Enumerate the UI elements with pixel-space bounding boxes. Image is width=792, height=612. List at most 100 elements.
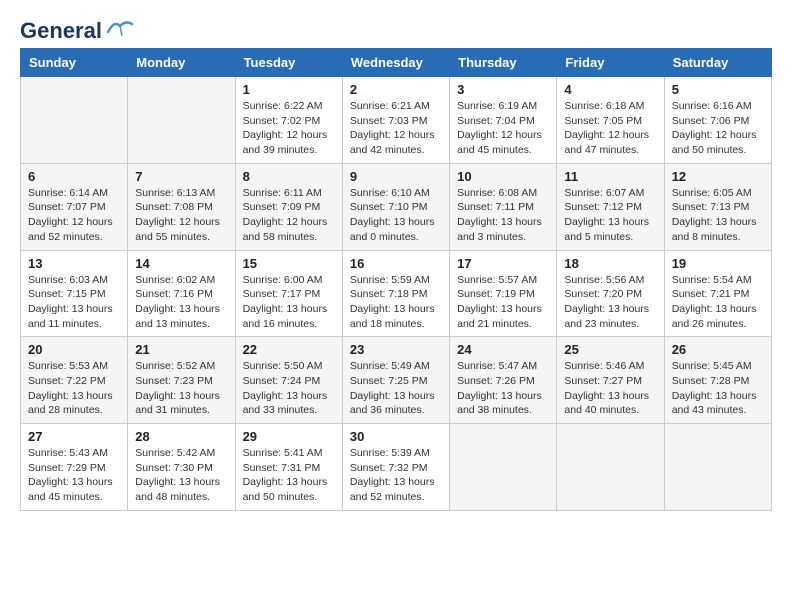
day-of-week-header: Monday (128, 49, 235, 77)
calendar-cell: 9 Sunrise: 6:10 AM Sunset: 7:10 PM Daylig… (342, 163, 449, 250)
calendar-cell: 29 Sunrise: 5:41 AM Sunset: 7:31 PM Dayli… (235, 424, 342, 511)
calendar-cell: 28 Sunrise: 5:42 AM Sunset: 7:30 PM Dayli… (128, 424, 235, 511)
calendar-cell: 16 Sunrise: 5:59 AM Sunset: 7:18 PM Dayli… (342, 250, 449, 337)
day-of-week-header: Sunday (21, 49, 128, 77)
day-number: 24 (457, 342, 549, 357)
day-number: 4 (564, 82, 656, 97)
calendar-week-row: 1 Sunrise: 6:22 AM Sunset: 7:02 PM Daylig… (21, 77, 772, 164)
day-info: Sunrise: 6:02 AM Sunset: 7:16 PM Dayligh… (135, 273, 227, 332)
day-of-week-header: Wednesday (342, 49, 449, 77)
day-of-week-header: Saturday (664, 49, 771, 77)
calendar-header-row: SundayMondayTuesdayWednesdayThursdayFrid… (21, 49, 772, 77)
day-info: Sunrise: 5:54 AM Sunset: 7:21 PM Dayligh… (672, 273, 764, 332)
day-info: Sunrise: 5:57 AM Sunset: 7:19 PM Dayligh… (457, 273, 549, 332)
day-number: 16 (350, 256, 442, 271)
day-info: Sunrise: 5:56 AM Sunset: 7:20 PM Dayligh… (564, 273, 656, 332)
calendar-cell: 27 Sunrise: 5:43 AM Sunset: 7:29 PM Dayli… (21, 424, 128, 511)
calendar-cell: 6 Sunrise: 6:14 AM Sunset: 7:07 PM Daylig… (21, 163, 128, 250)
day-info: Sunrise: 6:22 AM Sunset: 7:02 PM Dayligh… (243, 99, 335, 158)
day-number: 11 (564, 169, 656, 184)
day-info: Sunrise: 6:07 AM Sunset: 7:12 PM Dayligh… (564, 186, 656, 245)
day-number: 17 (457, 256, 549, 271)
day-info: Sunrise: 5:50 AM Sunset: 7:24 PM Dayligh… (243, 359, 335, 418)
calendar-cell: 2 Sunrise: 6:21 AM Sunset: 7:03 PM Daylig… (342, 77, 449, 164)
calendar-cell: 30 Sunrise: 5:39 AM Sunset: 7:32 PM Dayli… (342, 424, 449, 511)
calendar-week-row: 13 Sunrise: 6:03 AM Sunset: 7:15 PM Dayli… (21, 250, 772, 337)
day-info: Sunrise: 6:18 AM Sunset: 7:05 PM Dayligh… (564, 99, 656, 158)
day-number: 5 (672, 82, 764, 97)
day-number: 7 (135, 169, 227, 184)
calendar-cell: 11 Sunrise: 6:07 AM Sunset: 7:12 PM Dayli… (557, 163, 664, 250)
day-number: 27 (28, 429, 120, 444)
day-info: Sunrise: 6:08 AM Sunset: 7:11 PM Dayligh… (457, 186, 549, 245)
day-info: Sunrise: 6:03 AM Sunset: 7:15 PM Dayligh… (28, 273, 120, 332)
day-info: Sunrise: 5:43 AM Sunset: 7:29 PM Dayligh… (28, 446, 120, 505)
day-info: Sunrise: 5:52 AM Sunset: 7:23 PM Dayligh… (135, 359, 227, 418)
day-info: Sunrise: 6:21 AM Sunset: 7:03 PM Dayligh… (350, 99, 442, 158)
calendar-cell: 23 Sunrise: 5:49 AM Sunset: 7:25 PM Dayli… (342, 337, 449, 424)
day-number: 29 (243, 429, 335, 444)
day-number: 28 (135, 429, 227, 444)
day-number: 20 (28, 342, 120, 357)
calendar-cell: 22 Sunrise: 5:50 AM Sunset: 7:24 PM Dayli… (235, 337, 342, 424)
calendar-cell: 7 Sunrise: 6:13 AM Sunset: 7:08 PM Daylig… (128, 163, 235, 250)
day-number: 25 (564, 342, 656, 357)
day-info: Sunrise: 5:42 AM Sunset: 7:30 PM Dayligh… (135, 446, 227, 505)
day-number: 6 (28, 169, 120, 184)
day-number: 22 (243, 342, 335, 357)
day-info: Sunrise: 5:46 AM Sunset: 7:27 PM Dayligh… (564, 359, 656, 418)
day-number: 15 (243, 256, 335, 271)
day-number: 10 (457, 169, 549, 184)
day-number: 3 (457, 82, 549, 97)
day-number: 9 (350, 169, 442, 184)
day-info: Sunrise: 6:14 AM Sunset: 7:07 PM Dayligh… (28, 186, 120, 245)
calendar-week-row: 27 Sunrise: 5:43 AM Sunset: 7:29 PM Dayli… (21, 424, 772, 511)
day-info: Sunrise: 6:05 AM Sunset: 7:13 PM Dayligh… (672, 186, 764, 245)
calendar-cell (664, 424, 771, 511)
calendar-cell: 26Sunrise: 5:45 AM Sunset: 7:28 PM Dayli… (664, 337, 771, 424)
day-info: Sunrise: 5:39 AM Sunset: 7:32 PM Dayligh… (350, 446, 442, 505)
day-number: 30 (350, 429, 442, 444)
day-number: 26 (672, 342, 764, 357)
calendar-cell: 13 Sunrise: 6:03 AM Sunset: 7:15 PM Dayli… (21, 250, 128, 337)
day-number: 1 (243, 82, 335, 97)
day-number: 14 (135, 256, 227, 271)
day-number: 2 (350, 82, 442, 97)
calendar-week-row: 20 Sunrise: 5:53 AM Sunset: 7:22 PM Dayli… (21, 337, 772, 424)
day-number: 19 (672, 256, 764, 271)
calendar-cell: 25 Sunrise: 5:46 AM Sunset: 7:27 PM Dayli… (557, 337, 664, 424)
day-number: 23 (350, 342, 442, 357)
day-number: 18 (564, 256, 656, 271)
calendar-cell: 21Sunrise: 5:52 AM Sunset: 7:23 PM Dayli… (128, 337, 235, 424)
day-info: Sunrise: 6:00 AM Sunset: 7:17 PM Dayligh… (243, 273, 335, 332)
calendar-cell: 12Sunrise: 6:05 AM Sunset: 7:13 PM Dayli… (664, 163, 771, 250)
day-info: Sunrise: 5:47 AM Sunset: 7:26 PM Dayligh… (457, 359, 549, 418)
calendar-cell (21, 77, 128, 164)
calendar-cell: 18 Sunrise: 5:56 AM Sunset: 7:20 PM Dayli… (557, 250, 664, 337)
day-info: Sunrise: 5:49 AM Sunset: 7:25 PM Dayligh… (350, 359, 442, 418)
calendar-cell: 20 Sunrise: 5:53 AM Sunset: 7:22 PM Dayli… (21, 337, 128, 424)
day-info: Sunrise: 5:53 AM Sunset: 7:22 PM Dayligh… (28, 359, 120, 418)
day-info: Sunrise: 6:13 AM Sunset: 7:08 PM Dayligh… (135, 186, 227, 245)
calendar-cell: 5 Sunrise: 6:16 AM Sunset: 7:06 PM Daylig… (664, 77, 771, 164)
day-info: Sunrise: 6:16 AM Sunset: 7:06 PM Dayligh… (672, 99, 764, 158)
day-info: Sunrise: 6:10 AM Sunset: 7:10 PM Dayligh… (350, 186, 442, 245)
calendar-cell (557, 424, 664, 511)
day-info: Sunrise: 6:11 AM Sunset: 7:09 PM Dayligh… (243, 186, 335, 245)
day-of-week-header: Thursday (450, 49, 557, 77)
calendar-cell (450, 424, 557, 511)
day-info: Sunrise: 5:59 AM Sunset: 7:18 PM Dayligh… (350, 273, 442, 332)
day-number: 13 (28, 256, 120, 271)
day-number: 8 (243, 169, 335, 184)
calendar-cell: 10 Sunrise: 6:08 AM Sunset: 7:11 PM Dayli… (450, 163, 557, 250)
calendar-table: SundayMondayTuesdayWednesdayThursdayFrid… (20, 48, 772, 511)
day-info: Sunrise: 5:41 AM Sunset: 7:31 PM Dayligh… (243, 446, 335, 505)
calendar-cell: 17 Sunrise: 5:57 AM Sunset: 7:19 PM Dayli… (450, 250, 557, 337)
calendar-cell (128, 77, 235, 164)
calendar-cell: 19 Sunrise: 5:54 AM Sunset: 7:21 PM Dayli… (664, 250, 771, 337)
calendar-cell: 8 Sunrise: 6:11 AM Sunset: 7:09 PM Daylig… (235, 163, 342, 250)
calendar-cell: 4 Sunrise: 6:18 AM Sunset: 7:05 PM Daylig… (557, 77, 664, 164)
calendar-cell: 3Sunrise: 6:19 AM Sunset: 7:04 PM Daylig… (450, 77, 557, 164)
calendar-cell: 1 Sunrise: 6:22 AM Sunset: 7:02 PM Daylig… (235, 77, 342, 164)
calendar-cell: 14 Sunrise: 6:02 AM Sunset: 7:16 PM Dayli… (128, 250, 235, 337)
